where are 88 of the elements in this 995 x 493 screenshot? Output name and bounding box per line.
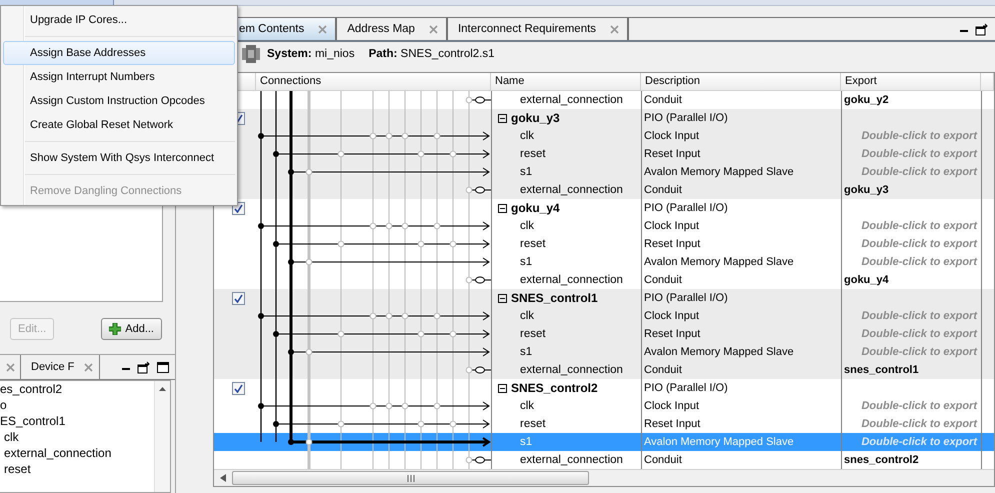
name-cell-text: s1 [519,255,532,270]
name-cell-text: reset [519,147,546,162]
name-cell-text: clk [519,309,534,324]
table-row[interactable]: reset Reset Input Double-click to export [214,325,994,343]
description-cell-text: Reset Input [644,237,700,252]
name-cell-text: goku_y3 [510,110,560,127]
export-name[interactable]: snes_control2 [844,451,919,469]
collapse-icon[interactable] [498,384,507,392]
description-cell-text: Conduit [644,363,682,378]
name-cell-text: reset [519,327,546,342]
collapse-icon[interactable] [498,294,507,302]
editor-tab[interactable]: Interconnect Requirements [446,17,628,40]
scroll-left-icon[interactable] [220,474,226,482]
description-cell-text: Clock Input [644,219,700,234]
tree-item[interactable]: reset [0,461,154,477]
table-row[interactable]: s1 Avalon Memory Mapped Slave Double-click to export [214,343,994,361]
export-name[interactable]: goku_y3 [844,181,889,199]
table-row[interactable]: external_connection Conduit snes_control1 [214,361,994,379]
collapse-icon[interactable] [498,114,507,122]
name-cell-text: reset [519,417,546,432]
menu-item[interactable]: Assign Base Addresses [3,41,235,65]
name-cell-text: external_connection [519,363,623,378]
path-text: Path: SNES_control2.s1 [368,48,495,60]
tree-item[interactable]: external_connection [0,445,154,461]
connection-wires-drawing[interactable] [256,307,491,325]
connection-wires-drawing[interactable] [256,397,491,415]
editor-tab[interactable]: Address Map [336,17,447,40]
description-cell-text: Reset Input [644,147,700,162]
description-cell-text: PIO (Parallel I/O) [644,381,728,396]
description-cell-text: Conduit [644,273,682,288]
description-cell-text: Clock Input [644,399,700,414]
checkbox[interactable] [232,292,245,304]
description-cell-text: Avalon Memory Mapped Slave [644,345,794,360]
name-cell-text: external_connection [519,273,623,288]
name-cell-text: goku_y4 [510,200,560,217]
table-row[interactable]: clk Clock Input Double-click to export [214,307,994,325]
detach-window-icon[interactable] [137,360,151,374]
tree-item[interactable]: clk [0,429,154,445]
description-cell-text: Clock Input [644,129,700,144]
plus-icon [109,323,122,335]
name-cell-text: clk [519,399,534,414]
export-name[interactable]: snes_control1 [844,361,919,379]
description-cell-text: Conduit [644,183,682,198]
name-cell-text: s1 [519,345,532,360]
scrollbar-thumb[interactable] [232,471,589,485]
description-cell-text: Clock Input [644,309,700,324]
name-cell-text: reset [519,237,546,252]
menu-item[interactable]: Assign Interrupt Numbers [3,65,235,89]
tree-item[interactable]: es_control2 [0,381,154,397]
tree-item[interactable]: ES_control1 [0,413,154,429]
column-header[interactable]: Connections [256,73,491,90]
checkbox[interactable] [232,382,245,394]
detach-window-icon[interactable] [975,22,989,36]
name-cell-text: SNES_control1 [510,290,598,307]
table-row[interactable]: SNES_control1 PIO (Parallel I/O) [214,289,994,307]
export-name[interactable]: goku_y2 [844,91,889,109]
system-icon [241,45,261,63]
description-cell-text: Avalon Memory Mapped Slave [644,165,794,180]
name-cell-text: clk [519,129,534,144]
description-cell-text: PIO (Parallel I/O) [644,111,728,126]
name-cell-text: SNES_control2 [510,380,598,397]
connection-wires-drawing[interactable] [256,217,491,235]
column-header[interactable]: Export [841,73,981,90]
column-header[interactable]: Name [491,73,641,90]
tree-item[interactable]: o [0,397,154,413]
grip-icon [406,474,414,482]
name-cell-text: external_connection [519,93,623,108]
description-cell-text: Avalon Memory Mapped Slave [644,255,794,270]
description-cell-text: Reset Input [644,417,700,432]
add-button[interactable]: Add... [101,318,162,340]
description-cell-text: PIO (Parallel I/O) [644,201,728,216]
description-cell-text: Avalon Memory Mapped Slave [644,435,794,450]
connection-wires-drawing[interactable] [256,127,491,145]
description-cell-text: Conduit [644,93,682,108]
system-name: System: mi_nios [267,48,355,60]
scroll-up-icon[interactable] [159,387,166,391]
description-cell-text: PIO (Parallel I/O) [644,291,728,306]
export-name[interactable]: goku_y4 [844,271,889,289]
description-cell-text: Reset Input [644,327,700,342]
name-cell-text: external_connection [519,453,623,468]
name-cell-text: clk [519,219,534,234]
name-cell-text: external_connection [519,183,623,198]
maximize-icon[interactable] [157,362,169,372]
column-header[interactable]: Description [641,73,841,90]
description-cell-text: Conduit [644,453,682,468]
collapse-icon[interactable] [498,204,507,212]
name-cell-text: s1 [519,165,532,180]
name-cell-text: s1 [519,435,532,450]
